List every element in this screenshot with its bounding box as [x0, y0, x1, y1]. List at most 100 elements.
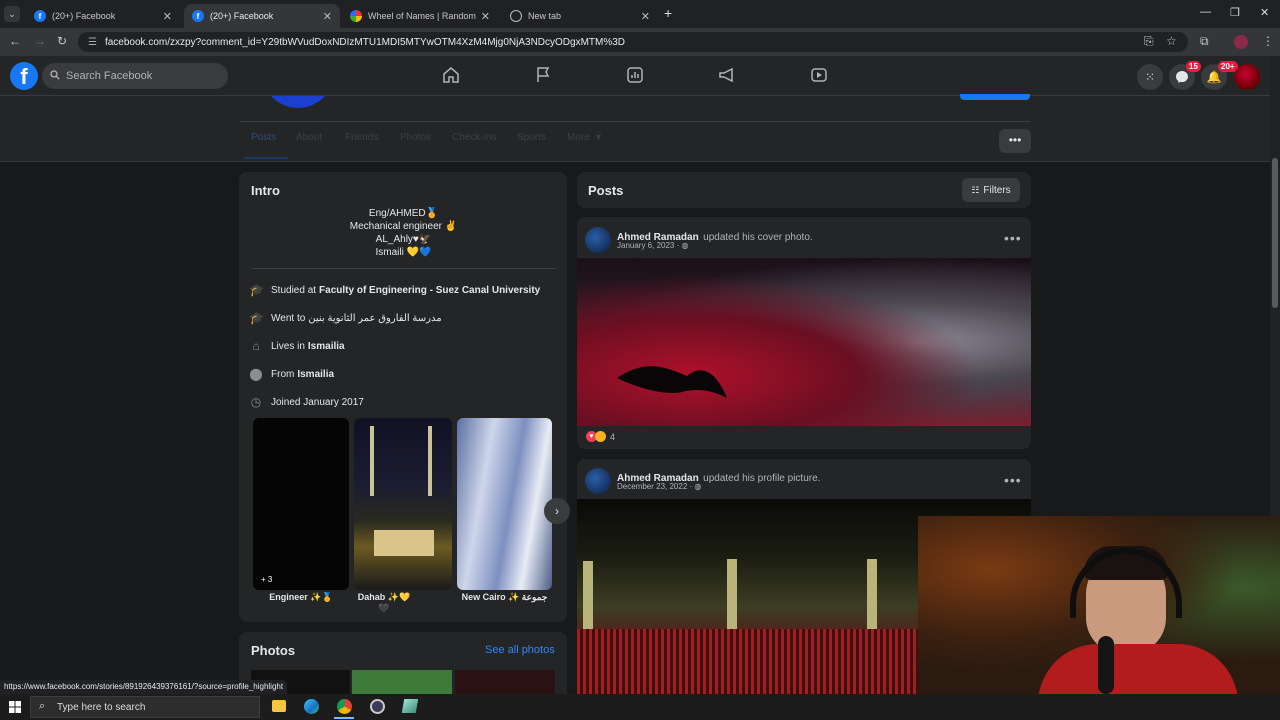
- tab-label: Wheel of Names | Random nam: [368, 11, 477, 21]
- bio-line: Ismaili 💛💙: [375, 247, 432, 258]
- info-joined: ◷ Joined January 2017: [249, 395, 364, 409]
- post-author-avatar[interactable]: [585, 227, 611, 253]
- facebook-logo[interactable]: f: [10, 62, 38, 90]
- tab-check-ins[interactable]: Check-ins: [452, 132, 496, 143]
- microphone: [1098, 636, 1114, 694]
- highlight-label: New Cairo ✨ جموعة: [461, 592, 548, 602]
- photo-thumb[interactable]: [455, 670, 555, 694]
- facebook-favicon-icon: f: [34, 10, 46, 22]
- highlights-next-button[interactable]: ›: [544, 498, 570, 524]
- info-value-link[interactable]: Faculty of Engineering - Suez Canal Univ…: [319, 285, 540, 296]
- highlight-engineer[interactable]: + 3: [253, 418, 349, 590]
- info-value-link[interactable]: Ismailia: [308, 341, 345, 352]
- chrome-active-indicator: [334, 717, 354, 719]
- see-all-photos-link[interactable]: See all photos: [485, 644, 555, 656]
- site-info-icon[interactable]: ☰: [88, 37, 97, 48]
- address-bar[interactable]: ☰ facebook.com/zxzpy?comment_id=Y29tbWVu…: [78, 32, 1188, 52]
- menu-grid-button[interactable]: ⁙: [1137, 64, 1163, 90]
- tab-close-icon[interactable]: ✕: [481, 10, 490, 23]
- location-pin-icon: ⬤: [249, 367, 263, 381]
- info-value-link[interactable]: Ismailia: [297, 369, 334, 380]
- new-tab-plus-icon[interactable]: +: [664, 5, 672, 21]
- pages-flag-icon[interactable]: [534, 66, 554, 86]
- home-icon[interactable]: [442, 66, 462, 86]
- info-went-to: 🎓 Went to مدرسة الفاروق عمر الثانوية بني…: [249, 311, 442, 325]
- mosque-image: [374, 530, 434, 556]
- tower-image: [428, 426, 432, 496]
- tab-friends[interactable]: Friends: [345, 132, 378, 143]
- browser-profile-avatar[interactable]: [1234, 35, 1248, 49]
- info-prefix: From: [271, 368, 295, 380]
- messenger-icon: [1176, 71, 1188, 83]
- post-date[interactable]: December 23, 2022 · ◍: [617, 482, 701, 491]
- reactions-summary[interactable]: ♥ 4: [586, 431, 615, 442]
- video-icon[interactable]: [810, 66, 830, 86]
- browser-tab-4[interactable]: New tab ✕: [502, 4, 658, 28]
- post-date[interactable]: January 6, 2023 · ◍: [617, 241, 688, 250]
- reload-icon[interactable]: ↻: [57, 34, 67, 48]
- window-close-icon[interactable]: ✕: [1260, 6, 1269, 19]
- tab-label: (20+) Facebook: [210, 11, 274, 21]
- cover-photo-image[interactable]: [577, 258, 1031, 426]
- photo-thumb[interactable]: [352, 670, 452, 694]
- tab-close-icon[interactable]: ✕: [323, 10, 332, 23]
- edit-profile-button-partial[interactable]: [960, 94, 1030, 100]
- bio-line: AL_Ahly♥🦅: [375, 234, 432, 245]
- post-options-icon[interactable]: •••: [1004, 230, 1022, 246]
- tab-close-icon[interactable]: ✕: [641, 10, 650, 23]
- account-avatar[interactable]: [1234, 64, 1260, 90]
- info-studied-at: 🎓 Studied at Faculty of Engineering - Su…: [249, 283, 540, 297]
- tower-image: [370, 426, 374, 496]
- tab-photos[interactable]: Photos: [400, 132, 431, 143]
- browser-tab-1[interactable]: f (20+) Facebook ✕: [26, 4, 180, 28]
- highlight-count: + 3: [261, 575, 273, 584]
- install-app-icon[interactable]: ⎘: [1144, 34, 1154, 49]
- app-icon[interactable]: [401, 699, 419, 713]
- tab-sports[interactable]: Sports: [517, 132, 546, 143]
- obs-icon[interactable]: [370, 699, 385, 714]
- edge-browser-icon[interactable]: [304, 699, 319, 714]
- post-author-avatar[interactable]: [585, 468, 611, 494]
- filters-button[interactable]: ☷ Filters: [962, 178, 1020, 202]
- tab-search-chevron-icon[interactable]: ⌄: [4, 6, 20, 22]
- windows-start-icon[interactable]: [9, 700, 21, 713]
- tab-more[interactable]: More: [567, 132, 590, 143]
- taskbar-search-icon: ⌕: [39, 700, 46, 712]
- post-options-icon[interactable]: •••: [1004, 472, 1022, 488]
- post-date-text: December 23, 2022 ·: [617, 482, 693, 491]
- streamer-hoodie: [1038, 644, 1238, 694]
- megaphone-icon[interactable]: [718, 66, 738, 86]
- forward-arrow-icon[interactable]: →: [34, 34, 46, 48]
- chrome-browser-icon[interactable]: [337, 699, 352, 714]
- taskbar-search-input[interactable]: ⌕ Type here to search: [30, 696, 260, 718]
- filters-sliders-icon: ☷: [971, 184, 980, 195]
- highlight-new-cairo[interactable]: [457, 418, 552, 590]
- info-value-link[interactable]: مدرسة الفاروق عمر الثانوية بنين: [308, 313, 441, 324]
- extensions-puzzle-icon[interactable]: ⧉: [1200, 34, 1209, 49]
- ads-manager-icon[interactable]: [626, 66, 646, 86]
- highlight-dahab[interactable]: [354, 418, 452, 590]
- browser-tab-3[interactable]: Wheel of Names | Random nam ✕: [342, 4, 498, 28]
- more-chevron-icon: ▾: [596, 132, 602, 143]
- tab-posts[interactable]: Posts: [251, 132, 276, 143]
- filters-label: Filters: [983, 184, 1011, 196]
- info-lives-in: ⌂ Lives in Ismailia: [249, 339, 345, 353]
- back-arrow-icon[interactable]: ←: [9, 34, 21, 48]
- clock-icon: ◷: [250, 395, 262, 409]
- facebook-search-input[interactable]: Search Facebook: [42, 63, 228, 89]
- wheel-favicon-icon: [350, 10, 362, 22]
- tab-close-icon[interactable]: ✕: [163, 10, 172, 23]
- browser-tab-2[interactable]: f (20+) Facebook ✕: [184, 4, 340, 28]
- browser-menu-icon[interactable]: ⋮: [1262, 34, 1274, 48]
- tab-about[interactable]: About: [296, 132, 322, 143]
- info-from: ⬤ From Ismailia: [249, 367, 334, 381]
- bio-line: Mechanical engineer ✌: [349, 221, 458, 232]
- bookmark-star-icon[interactable]: ☆: [1166, 34, 1177, 48]
- restore-icon[interactable]: ❐: [1230, 6, 1240, 19]
- info-prefix: Went to: [271, 312, 306, 324]
- minimize-icon[interactable]: —: [1200, 6, 1211, 18]
- file-explorer-icon[interactable]: [272, 700, 286, 712]
- scrollbar-thumb[interactable]: [1272, 158, 1278, 308]
- profile-more-button[interactable]: •••: [999, 129, 1031, 153]
- post-date-text: January 6, 2023 ·: [617, 241, 680, 250]
